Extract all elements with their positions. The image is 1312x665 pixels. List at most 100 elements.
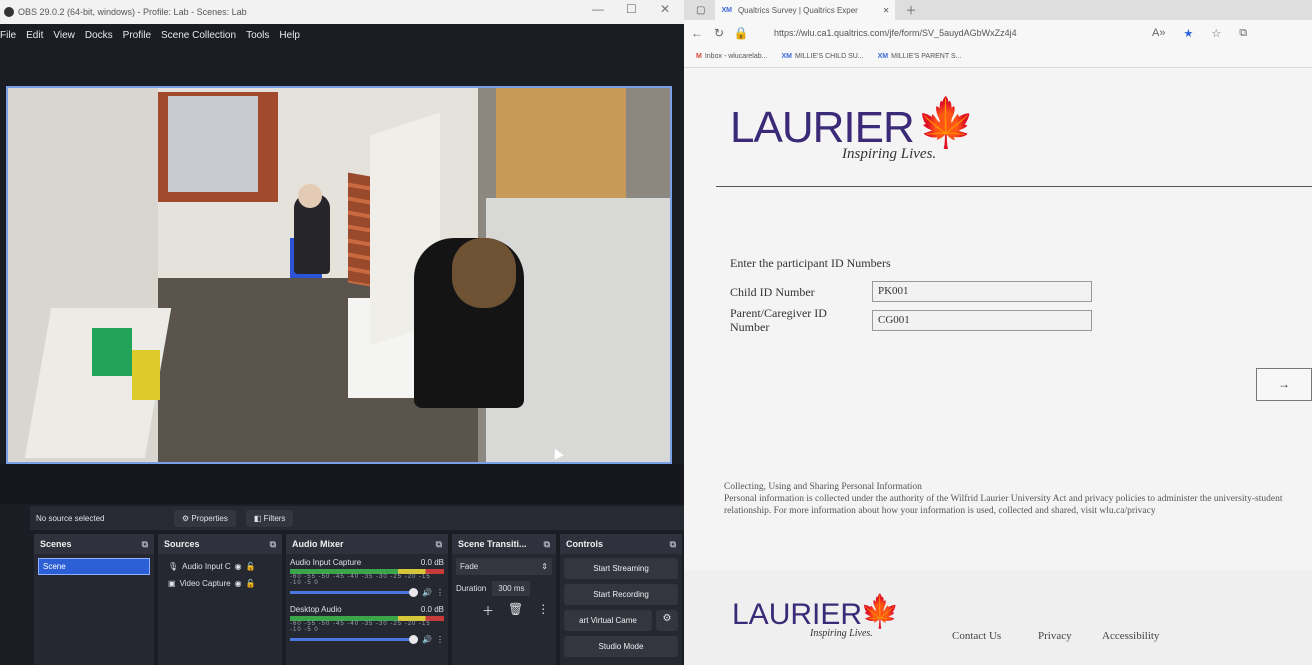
lock-icon: 🔒: [733, 26, 749, 40]
meter-scale: -60 -55 -50 -45 -40 -35 -30 -25 -20 -15 …: [290, 621, 431, 633]
video-preview[interactable]: [6, 86, 672, 464]
new-tab-icon[interactable]: ＋: [905, 2, 916, 18]
volume-slider-handle[interactable]: [409, 635, 419, 644]
sources-dock-header: Sources ⧉: [158, 534, 282, 554]
scenes-dock-title: Scenes: [40, 539, 72, 549]
volume-slider-handle[interactable]: [409, 588, 419, 597]
tab-actions-icon[interactable]: ▢: [696, 5, 705, 16]
transitions-title: Scene Transiti...: [458, 539, 527, 549]
undock-icon[interactable]: ⧉: [270, 539, 276, 550]
add-icon[interactable]: ＋: [482, 602, 494, 619]
scene-list-item[interactable]: Scene: [38, 558, 150, 575]
duration-label: Duration: [456, 584, 487, 593]
bookmark-child-survey[interactable]: XM MILLIE'S CHILD SU...: [782, 53, 864, 60]
privacy-link[interactable]: Privacy: [1038, 630, 1072, 642]
controls-body: Start Streaming Start Recording art Virt…: [560, 554, 682, 665]
close-icon[interactable]: ✕: [660, 2, 670, 16]
menu-help[interactable]: Help: [279, 30, 300, 41]
screen: OBS 29.0.2 (64-bit, windows) - Profile: …: [0, 0, 1312, 665]
speaker-icon[interactable]: 🔊: [422, 588, 432, 597]
star-icon[interactable]: ★: [1183, 27, 1193, 40]
filters-button[interactable]: ◧ Filters: [245, 509, 294, 527]
lock-icon[interactable]: 🔓: [246, 562, 256, 571]
bookmark-inbox[interactable]: M Inbox - wlucarelab...: [696, 53, 768, 60]
maple-leaf-icon: 🍁: [860, 593, 900, 629]
more-options-icon[interactable]: ⋮: [436, 588, 444, 597]
obs-menu-bar: File Edit View Docks Profile Scene Colle…: [0, 24, 684, 46]
menu-edit[interactable]: Edit: [26, 30, 43, 41]
eye-icon[interactable]: ◉: [235, 562, 242, 571]
scenes-dock-header: Scenes ⧉: [34, 534, 154, 554]
camera-icon: ▣: [168, 579, 176, 588]
obs-window: OBS 29.0.2 (64-bit, windows) - Profile: …: [0, 0, 684, 665]
trash-icon[interactable]: 🗑: [508, 602, 523, 619]
child-id-label: Child ID Number: [730, 285, 815, 299]
properties-button[interactable]: ⚙ Properties: [174, 509, 236, 527]
tab-qualtrics-survey[interactable]: XM Qualtrics Survey | Qualtrics Exper ✕: [715, 0, 896, 20]
sources-dock-title: Sources: [164, 539, 200, 549]
start-recording-button[interactable]: Start Recording: [564, 584, 678, 605]
source-item-video[interactable]: ▣ Video Capture ◉ 🔓: [168, 579, 278, 588]
channel-name: Desktop Audio: [290, 605, 342, 614]
duration-row: Duration 300 ms: [456, 581, 552, 596]
source-status: No source selected: [36, 513, 105, 523]
transitions-body: Fade ⇕ Duration 300 ms ＋ 🗑 ⋮: [452, 554, 556, 623]
close-tab-icon[interactable]: ✕: [883, 6, 890, 15]
transition-select[interactable]: Fade ⇕: [456, 558, 552, 575]
child-id-input[interactable]: PK001: [872, 281, 1092, 302]
lock-icon[interactable]: 🔓: [246, 579, 256, 588]
logo-wordmark: LAURIER: [730, 103, 915, 152]
controls-title: Controls: [566, 539, 603, 549]
obs-title-bar: OBS 29.0.2 (64-bit, windows) - Profile: …: [0, 0, 684, 24]
menu-profile[interactable]: Profile: [123, 30, 151, 41]
preview-adult-hair: [452, 238, 516, 308]
source-item-audio[interactable]: 🎙 Audio Input C ◉ 🔓: [168, 562, 278, 571]
source-label: Video Capture: [179, 579, 231, 588]
next-button[interactable]: →: [1256, 368, 1312, 401]
duration-input[interactable]: 300 ms: [492, 581, 531, 596]
menu-view[interactable]: View: [53, 30, 75, 41]
address-bar-row: ← ↻ 🔒 https://wlu.ca1.qualtrics.com/jfe/…: [684, 20, 1312, 46]
undock-icon[interactable]: ⧉: [142, 539, 148, 550]
eye-icon[interactable]: ◉: [235, 579, 242, 588]
undock-icon[interactable]: ⧉: [670, 539, 676, 550]
contact-us-link[interactable]: Contact Us: [952, 630, 1001, 642]
gmail-icon: M: [696, 53, 702, 60]
bookmark-parent-survey[interactable]: XM MILLIE'S PARENT S...: [878, 53, 962, 60]
volume-slider[interactable]: [290, 588, 419, 597]
volume-slider[interactable]: [290, 635, 419, 644]
favorites-icon[interactable]: ☆: [1211, 27, 1221, 40]
speaker-icon[interactable]: 🔊: [422, 635, 432, 644]
start-virtual-camera-button[interactable]: art Virtual Came: [564, 610, 652, 631]
more-options-icon[interactable]: ⋮: [436, 635, 444, 644]
collections-icon[interactable]: ⧉: [1239, 27, 1247, 40]
undock-icon[interactable]: ⧉: [436, 539, 442, 550]
bookmarks-bar: M Inbox - wlucarelab... XM MILLIE'S CHILD …: [684, 46, 1312, 68]
more-options-icon[interactable]: ⋮: [537, 602, 549, 619]
menu-file[interactable]: File: [0, 30, 16, 41]
gear-icon[interactable]: ⚙: [656, 610, 678, 631]
refresh-icon[interactable]: ↻: [710, 26, 728, 40]
xm-logo-icon: XM: [781, 53, 793, 60]
preview-green-card: [92, 328, 132, 376]
menu-scene-collection[interactable]: Scene Collection: [161, 30, 236, 41]
footer-wordmark: LAURIER: [732, 598, 863, 631]
accessibility-link[interactable]: Accessibility: [1102, 630, 1159, 642]
read-aloud-icon[interactable]: A»: [1152, 27, 1165, 39]
channel-level: 0.0 dB: [420, 558, 444, 567]
back-arrow-icon[interactable]: ←: [688, 26, 706, 40]
parent-id-input[interactable]: CG001: [872, 310, 1092, 331]
undock-icon[interactable]: ⧉: [544, 539, 550, 550]
privacy-text: Personal information is collected under …: [724, 494, 1283, 516]
preview-door-window: [168, 96, 258, 192]
bookmark-label: Inbox - wlucarelab...: [704, 53, 768, 60]
minimize-icon[interactable]: —: [592, 2, 604, 16]
menu-tools[interactable]: Tools: [246, 30, 269, 41]
start-streaming-button[interactable]: Start Streaming: [564, 558, 678, 579]
transitions-header: Scene Transiti... ⧉: [452, 534, 556, 554]
studio-mode-button[interactable]: Studio Mode: [564, 636, 678, 657]
maximize-icon[interactable]: ☐: [626, 2, 637, 16]
privacy-notice: Collecting, Using and Sharing Personal I…: [724, 481, 1304, 517]
menu-docks[interactable]: Docks: [85, 30, 113, 41]
url-field[interactable]: https://wlu.ca1.qualtrics.com/jfe/form/S…: [774, 28, 1134, 38]
